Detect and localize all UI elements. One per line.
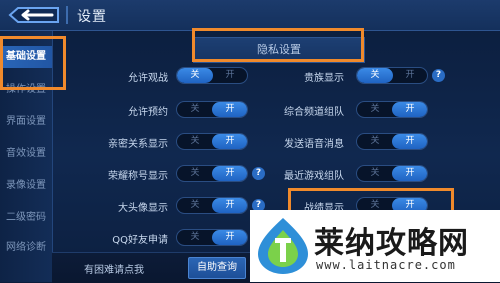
help-icon[interactable]: ?	[432, 69, 445, 82]
toggle-off-option[interactable]: 关	[177, 102, 213, 117]
help-prompt-text: 有困难请点我	[84, 265, 144, 276]
toggle-on-option[interactable]: 开	[392, 68, 427, 83]
sidebar-item-password[interactable]: 二级密码	[0, 207, 52, 229]
toggle-off-option[interactable]: 关	[357, 68, 393, 83]
setting-label-qq-friend-request: QQ好友申请	[112, 235, 168, 246]
sidebar-item-network[interactable]: 网络诊断	[0, 237, 52, 259]
toggle-qq-friend-request[interactable]: 关 开	[176, 229, 248, 246]
toggle-off-option[interactable]: 关	[177, 68, 213, 83]
toggle-on-option[interactable]: 开	[392, 134, 427, 149]
toggle-on-option[interactable]: 开	[392, 166, 427, 181]
toggle-on-option[interactable]: 开	[392, 102, 427, 117]
self-service-query-button[interactable]: 自助查询	[188, 257, 246, 279]
setting-label-channel-team: 综合频道组队	[284, 107, 344, 118]
back-arrow-icon	[8, 7, 59, 23]
toggle-voice-message[interactable]: 关 开	[356, 133, 428, 150]
settings-sidebar: 基础设置 操作设置 界面设置 音效设置 录像设置 二级密码 网络诊断	[0, 31, 53, 282]
setting-label-recent-team: 最近游戏组队	[284, 171, 344, 182]
setting-label-intimacy-display: 亲密关系显示	[108, 139, 168, 150]
header-bar: 设置	[0, 0, 500, 31]
sidebar-item-interface[interactable]: 界面设置	[0, 111, 52, 133]
back-button[interactable]	[4, 3, 64, 27]
toggle-channel-team[interactable]: 关 开	[356, 101, 428, 118]
sidebar-item-basic[interactable]: 基础设置	[0, 46, 52, 68]
header-divider	[66, 6, 68, 24]
toggle-noble-display[interactable]: 关 开	[356, 67, 428, 84]
setting-label-allow-reservation: 允许预约	[128, 107, 168, 118]
setting-label-honor-title: 荣耀称号显示	[108, 171, 168, 182]
setting-label-allow-spectate: 允许观战	[128, 73, 168, 84]
setting-label-voice-message: 发送语音消息	[284, 139, 344, 150]
toggle-off-option[interactable]: 关	[177, 134, 213, 149]
toggle-off-option[interactable]: 关	[357, 166, 393, 181]
section-title: 隐私设置	[193, 37, 365, 63]
watermark-site-url: www.laitnacre.com	[316, 258, 456, 272]
setting-label-big-avatar: 大头像显示	[118, 203, 168, 214]
page-title: 设置	[77, 9, 107, 25]
toggle-off-option[interactable]: 关	[177, 166, 213, 181]
site-watermark: 莱纳攻略网 www.laitnacre.com	[250, 210, 500, 282]
setting-label-noble-display: 贵族显示	[304, 73, 344, 84]
toggle-on-option[interactable]: 开	[212, 230, 247, 245]
watermark-site-name: 莱纳攻略网	[314, 226, 469, 261]
sidebar-item-replay[interactable]: 录像设置	[0, 175, 52, 197]
sidebar-item-controls[interactable]: 操作设置	[0, 79, 52, 101]
sidebar-item-sound[interactable]: 音效设置	[0, 143, 52, 165]
site-logo-icon	[256, 216, 310, 280]
toggle-off-option[interactable]: 关	[177, 198, 213, 213]
toggle-off-option[interactable]: 关	[357, 102, 393, 117]
toggle-off-option[interactable]: 关	[177, 230, 213, 245]
toggle-recent-team[interactable]: 关 开	[356, 165, 428, 182]
toggle-off-option[interactable]: 关	[357, 134, 393, 149]
